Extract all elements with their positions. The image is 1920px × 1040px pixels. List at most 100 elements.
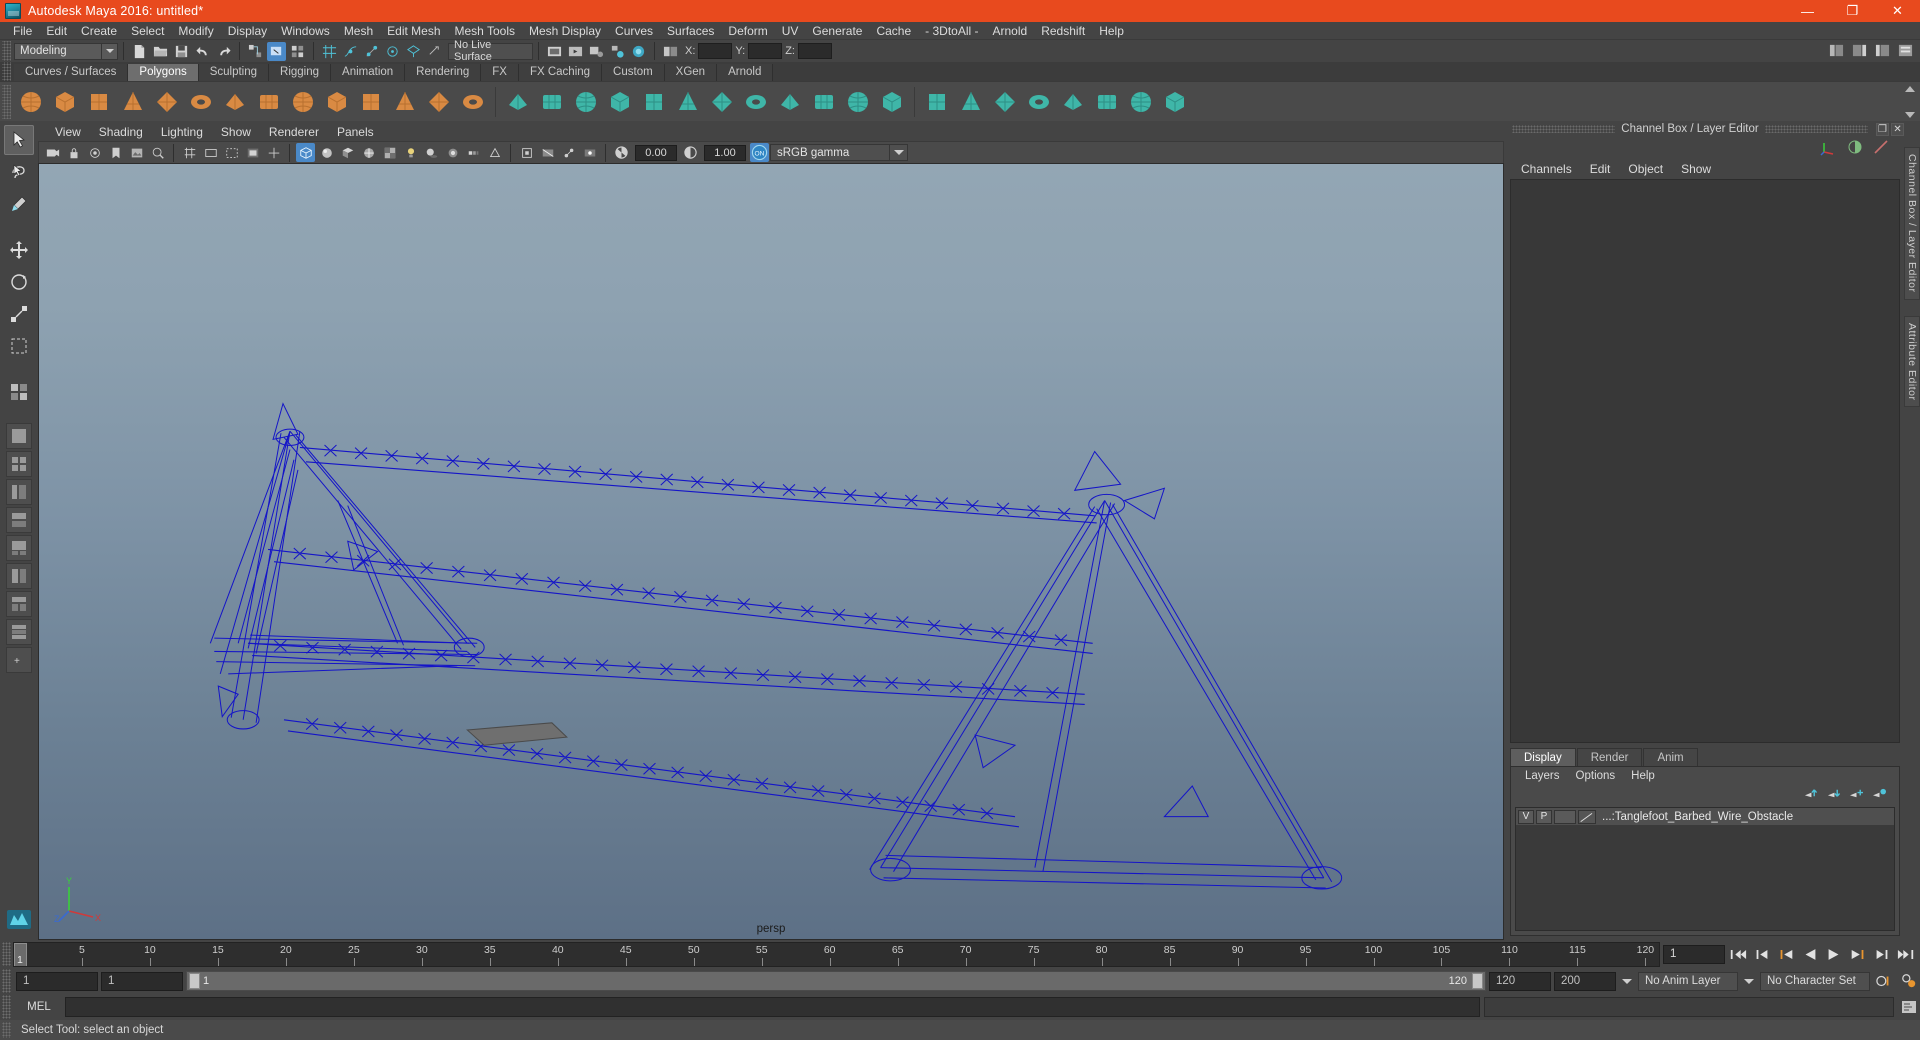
last-tool-icon[interactable] bbox=[4, 331, 34, 361]
menu-3dtoall[interactable]: - 3DtoAll - bbox=[918, 22, 985, 40]
shelf-tab-rigging[interactable]: Rigging bbox=[269, 64, 332, 81]
use-lights-icon[interactable] bbox=[401, 143, 420, 162]
playback-options-chevron-down-icon[interactable] bbox=[1619, 972, 1635, 991]
layereditor-menu-layers[interactable]: Layers bbox=[1517, 770, 1568, 782]
layer-editor-tab-render[interactable]: Render bbox=[1576, 748, 1643, 766]
bookmark-icon[interactable] bbox=[106, 143, 125, 162]
time-slider-track[interactable]: 1 5 10 15 20 25 30 35 40 45 50 55 60 65 70 75 80 85 90 95 1… bbox=[13, 941, 1660, 967]
undo-icon[interactable] bbox=[193, 42, 212, 61]
poly-platonic-icon[interactable] bbox=[220, 87, 250, 117]
fill-hole-icon[interactable] bbox=[877, 87, 907, 117]
menu-set-selector[interactable]: Modeling bbox=[14, 42, 102, 60]
menu-select[interactable]: Select bbox=[124, 22, 171, 40]
poly-helix-icon[interactable] bbox=[356, 87, 386, 117]
shelf-grip[interactable] bbox=[2, 61, 11, 81]
move-layer-down-icon[interactable] bbox=[1826, 787, 1841, 803]
layout-quick-single-icon[interactable] bbox=[4, 377, 34, 407]
film-origin-icon[interactable] bbox=[264, 143, 283, 162]
script-language-label[interactable]: MEL bbox=[17, 1001, 61, 1013]
layout-outliner-persp-icon[interactable] bbox=[6, 479, 32, 505]
exposure-field[interactable]: 0.00 bbox=[635, 144, 677, 161]
time-slider-grip[interactable] bbox=[2, 942, 11, 966]
minimize-button[interactable]: — bbox=[1785, 0, 1830, 22]
display-layer-list[interactable]: V P ...:Tanglefoot_Barbed_Wire_Obstacle bbox=[1515, 807, 1895, 931]
close-panel-button[interactable]: ✕ bbox=[1891, 122, 1905, 136]
shelf-tab-sculpting[interactable]: Sculpting bbox=[198, 64, 270, 81]
scale-tool-icon[interactable] bbox=[4, 299, 34, 329]
render-view-icon[interactable] bbox=[629, 42, 648, 61]
coord-field-z[interactable] bbox=[797, 43, 832, 59]
sidebar-tool-settings-icon[interactable] bbox=[1873, 41, 1892, 60]
lasso-select-tool-icon[interactable] bbox=[4, 157, 34, 187]
display-layer-row[interactable]: V P ...:Tanglefoot_Barbed_Wire_Obstacle bbox=[1516, 808, 1894, 825]
save-scene-icon[interactable] bbox=[172, 42, 191, 61]
live-surface-field[interactable]: No Live Surface bbox=[448, 39, 533, 63]
range-start-handle[interactable] bbox=[189, 973, 200, 989]
shelf-tab-polygons[interactable]: Polygons bbox=[128, 64, 199, 81]
viewport-menu-show[interactable]: Show bbox=[212, 125, 260, 139]
range-start-field[interactable]: 1 bbox=[101, 971, 183, 991]
offset-edge-loop-icon[interactable] bbox=[1058, 87, 1088, 117]
select-tool-icon[interactable] bbox=[4, 125, 34, 155]
sidebar-modeling-toolkit-icon[interactable] bbox=[1827, 41, 1846, 60]
poly-cone-icon[interactable] bbox=[118, 87, 148, 117]
select-by-object-icon[interactable] bbox=[267, 41, 286, 61]
menu-curves[interactable]: Curves bbox=[608, 22, 660, 40]
layout-four-view-icon[interactable] bbox=[6, 451, 32, 477]
layout-more-icon[interactable]: + bbox=[6, 647, 32, 673]
resolution-gate-icon[interactable] bbox=[222, 143, 241, 162]
perspective-viewport[interactable]: persp Y X Z bbox=[38, 163, 1504, 940]
bevel-icon[interactable] bbox=[809, 87, 839, 117]
layer-visibility-toggle[interactable]: V bbox=[1518, 809, 1534, 824]
move-layer-up-icon[interactable] bbox=[1803, 787, 1818, 803]
menu-redshift[interactable]: Redshift bbox=[1034, 22, 1092, 40]
booleans-icon[interactable] bbox=[571, 87, 601, 117]
play-backwards-icon[interactable] bbox=[1799, 944, 1821, 964]
gate-mask-icon[interactable] bbox=[243, 143, 262, 162]
menu-edit-mesh[interactable]: Edit Mesh bbox=[380, 22, 447, 40]
current-frame-field[interactable]: 1 bbox=[1663, 944, 1725, 964]
sculpt-icon[interactable] bbox=[1092, 87, 1122, 117]
two-d-pan-zoom-icon[interactable] bbox=[148, 143, 167, 162]
snap-grid-icon[interactable] bbox=[320, 42, 339, 61]
snap-projected-icon[interactable] bbox=[383, 42, 402, 61]
layout-four-pane-icon[interactable] bbox=[6, 619, 32, 645]
tool-settings-icon[interactable] bbox=[1872, 138, 1890, 159]
xray-active-components-icon[interactable] bbox=[580, 143, 599, 162]
undock-panel-button[interactable]: ❐ bbox=[1876, 122, 1890, 136]
snap-point-icon[interactable] bbox=[362, 42, 381, 61]
range-slider-track[interactable]: 1 120 bbox=[186, 971, 1486, 991]
poly-sphere-icon[interactable] bbox=[16, 87, 46, 117]
shelf-tab-fx[interactable]: FX bbox=[481, 64, 519, 81]
menu-cache[interactable]: Cache bbox=[869, 22, 918, 40]
step-back-key-icon[interactable] bbox=[1775, 944, 1797, 964]
smooth-shade-icon[interactable] bbox=[317, 143, 336, 162]
step-forward-frame-icon[interactable] bbox=[1871, 944, 1893, 964]
play-forwards-icon[interactable] bbox=[1823, 944, 1845, 964]
command-line-grip[interactable] bbox=[2, 995, 11, 1019]
hypershade-icon[interactable] bbox=[608, 42, 627, 61]
channel-box-icon[interactable] bbox=[1820, 138, 1838, 159]
triangulate-icon[interactable] bbox=[707, 87, 737, 117]
gamma-icon[interactable] bbox=[681, 143, 700, 162]
coord-field-x[interactable] bbox=[698, 43, 733, 59]
channelbox-menu-object[interactable]: Object bbox=[1619, 162, 1672, 176]
layer-shading-toggle[interactable] bbox=[1554, 809, 1576, 824]
poly-cube-icon[interactable] bbox=[50, 87, 80, 117]
range-end-field[interactable]: 120 bbox=[1489, 971, 1551, 991]
ipr-render-icon[interactable] bbox=[566, 42, 585, 61]
target-weld-icon[interactable] bbox=[990, 87, 1020, 117]
exposure-icon[interactable] bbox=[612, 143, 631, 162]
close-button[interactable]: ✕ bbox=[1875, 0, 1920, 22]
poly-torus-icon[interactable] bbox=[152, 87, 182, 117]
xray-icon[interactable] bbox=[538, 143, 557, 162]
lock-camera-icon[interactable] bbox=[64, 143, 83, 162]
flat-shade-icon[interactable] bbox=[338, 143, 357, 162]
poly-cylinder-icon[interactable] bbox=[84, 87, 114, 117]
viewport-menu-view[interactable]: View bbox=[46, 125, 90, 139]
redo-icon[interactable] bbox=[214, 42, 233, 61]
screen-space-ao-icon[interactable] bbox=[443, 143, 462, 162]
shelf-scroll-up-icon[interactable] bbox=[1905, 86, 1915, 92]
shelf-button-grip[interactable] bbox=[2, 84, 11, 119]
channelbox-menu-channels[interactable]: Channels bbox=[1512, 162, 1581, 176]
